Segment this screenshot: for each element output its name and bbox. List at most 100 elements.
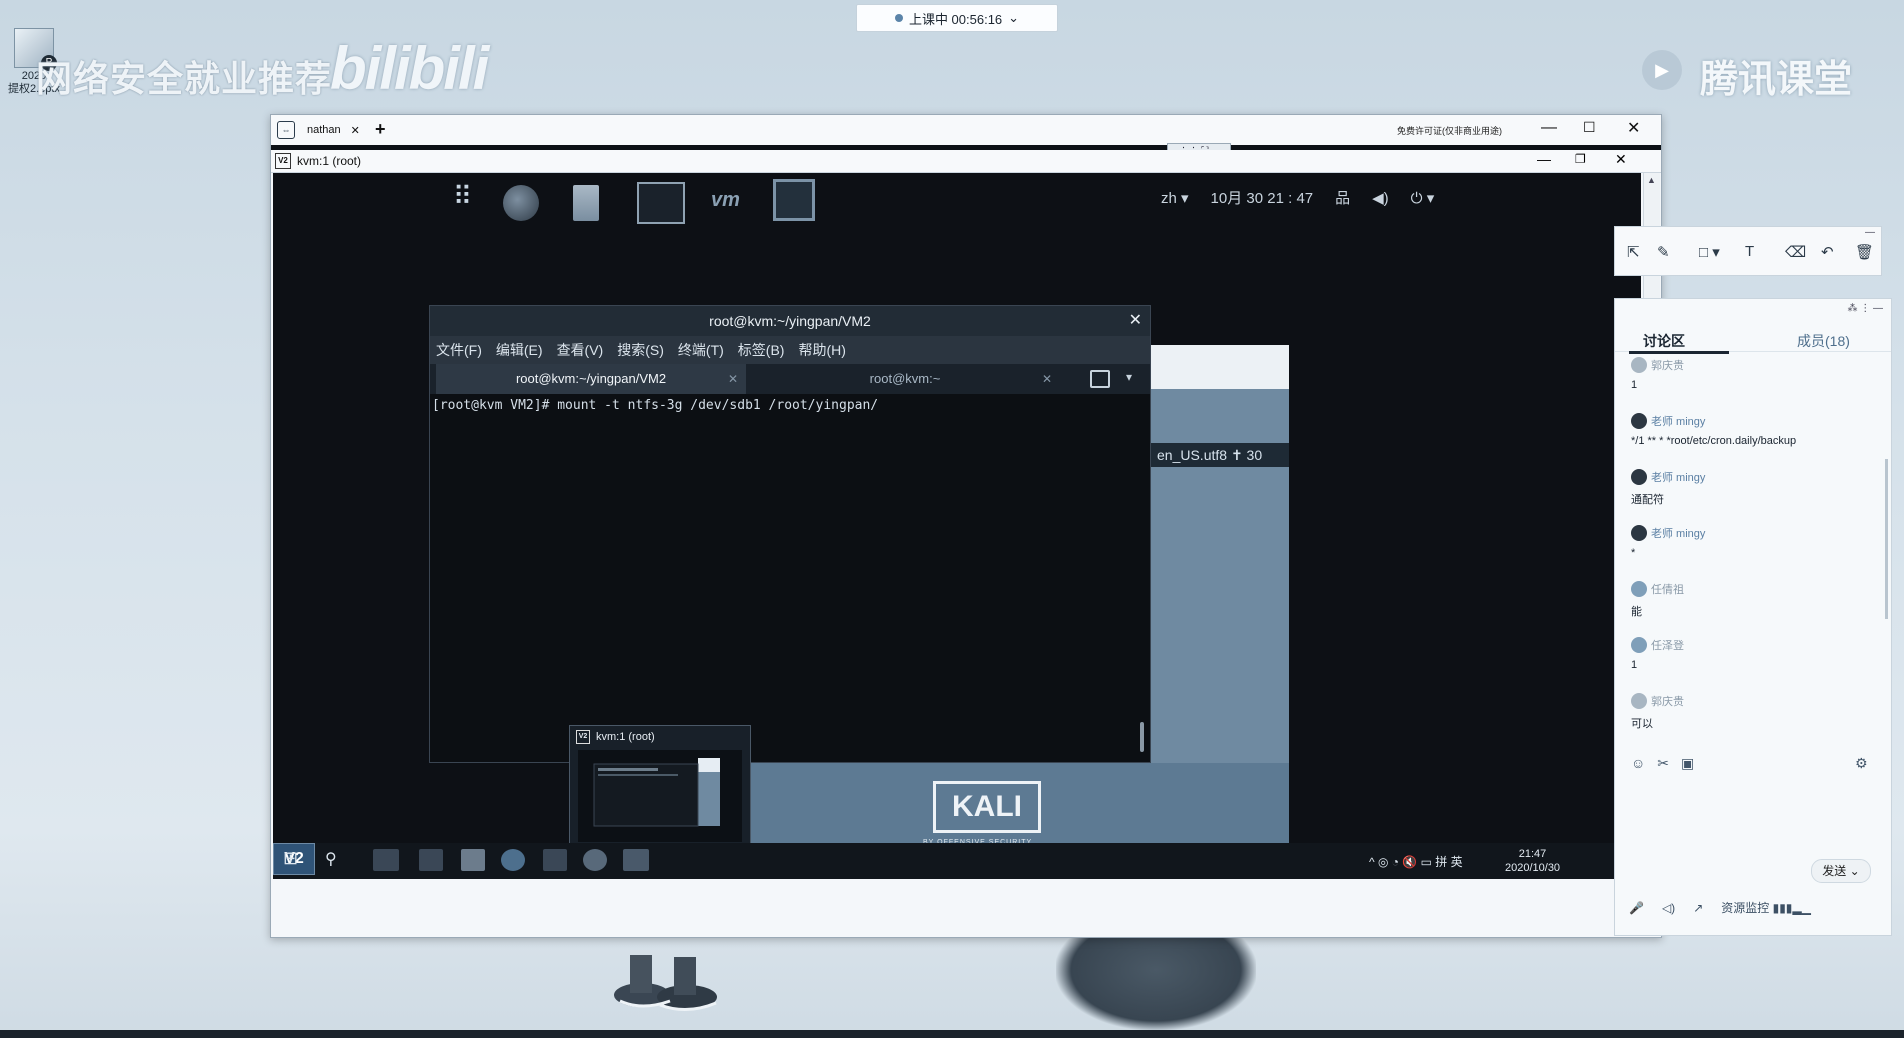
vm-app-icon: V2 xyxy=(275,153,291,169)
tab-menu-chevron-icon[interactable]: ▾ xyxy=(1126,370,1132,384)
terminal-icon[interactable] xyxy=(637,182,685,224)
class-status-pill[interactable]: 上课中 00:56:16 ⌄ xyxy=(856,4,1058,32)
taskbar-app-remote-icon[interactable] xyxy=(373,849,399,871)
language-selector[interactable]: zh ▾ xyxy=(1161,189,1189,207)
system-tray[interactable]: ^ ◎ ◔ 🔇 ▭ 拼 英 xyxy=(1369,853,1463,870)
tab-nathan[interactable]: nathan ✕ xyxy=(301,119,366,141)
menu-view[interactable]: 查看(V) xyxy=(557,336,604,364)
select-tool-icon[interactable]: ⇱ xyxy=(1627,243,1640,261)
teamviewer-window: ⇔ nathan ✕ + 免费许可证(仅非商业用途) — ☐ ✕ ⋮⋮ ⛶ ⌄ … xyxy=(270,114,1662,938)
avatar xyxy=(1631,357,1647,373)
pen-tool-icon[interactable]: ✎ xyxy=(1657,243,1670,261)
menu-file[interactable]: 文件(F) xyxy=(436,336,482,364)
menu-terminal[interactable]: 终端(T) xyxy=(678,336,724,364)
terminal-title: root@kvm:~/yingpan/VM2 xyxy=(709,313,871,329)
taskbar-app-edge-icon[interactable] xyxy=(501,849,525,871)
vmware-icon[interactable]: vm xyxy=(711,189,751,225)
minimize-icon[interactable]: — xyxy=(1865,227,1875,238)
taskbar-clock[interactable]: 21:47 2020/10/30 xyxy=(1505,847,1560,875)
panel-header-icons[interactable]: ⁂ ⋮ — xyxy=(1847,303,1883,314)
terminal-scroll-thumb[interactable] xyxy=(1140,722,1144,752)
chat-message: 任倩祖 能 xyxy=(1631,581,1684,619)
kali-logo: KALI xyxy=(933,781,1041,833)
image-icon[interactable]: ▣ xyxy=(1681,755,1694,772)
trash-icon[interactable]: 🗑 xyxy=(1855,243,1874,261)
new-tab-icon[interactable] xyxy=(1090,370,1110,388)
network-icon[interactable]: 品 xyxy=(1335,187,1350,208)
undo-icon[interactable]: ↶ xyxy=(1821,243,1834,261)
emoji-icon[interactable]: ☺ xyxy=(1631,755,1645,772)
menu-edit[interactable]: 编辑(E) xyxy=(496,336,543,364)
network-app-icon[interactable] xyxy=(773,179,815,221)
chat-message: 郭庆贵 可以 xyxy=(1631,693,1684,731)
vm-restore-button[interactable]: ❐ xyxy=(1575,152,1586,166)
thumbnail-screen-icon xyxy=(578,750,742,842)
microphone-icon[interactable]: 🎤 xyxy=(1629,901,1644,915)
menu-help[interactable]: 帮助(H) xyxy=(798,336,845,364)
close-icon[interactable]: ✕ xyxy=(1129,306,1142,336)
chat-message: 老师 mingy */1 ** * *root/etc/cron.daily/b… xyxy=(1631,413,1796,447)
terminal-tab-vm2[interactable]: root@kvm:~/yingpan/VM2 ✕ xyxy=(436,364,746,394)
taskbar-app-window-icon[interactable] xyxy=(419,849,443,871)
scissors-icon[interactable]: ✂ xyxy=(1657,755,1669,772)
terminal-output[interactable]: [root@kvm VM2]# mount -t ntfs-3g /dev/sd… xyxy=(430,394,1150,760)
command-line: [root@kvm VM2]# mount -t ntfs-3g /dev/sd… xyxy=(432,398,879,413)
search-icon[interactable]: ⚲ xyxy=(325,849,347,871)
terminal-window: root@kvm:~/yingpan/VM2 ✕ 文件(F) 编辑(E) 查看(… xyxy=(429,305,1151,763)
menu-tabs[interactable]: 标签(B) xyxy=(738,336,785,364)
clock[interactable]: 10月 30 21 : 47 xyxy=(1211,187,1314,208)
chevron-down-icon: ⌄ xyxy=(1008,10,1020,25)
panel-header: ⁂ ⋮ — xyxy=(1615,299,1891,321)
taskbar-thumbnail-preview[interactable]: V2 kvm:1 (root) xyxy=(569,725,751,847)
vm-titlebar: V2 kvm:1 (root) — ❐ ✕ xyxy=(271,150,1661,173)
power-icon[interactable]: ⏻ ▾ xyxy=(1411,189,1435,207)
message-text: 1 xyxy=(1631,379,1638,391)
annotation-toolbar: — ⇱ ✎ □ ▾ T ⌫ ↶ 🗑 xyxy=(1614,226,1882,276)
share-icon[interactable]: ↗ xyxy=(1693,901,1703,915)
eraser-tool-icon[interactable]: ⌫ xyxy=(1785,243,1806,261)
resource-monitor[interactable]: 资源监控 ▮▮▮▂▁ xyxy=(1721,899,1811,916)
message-text: 可以 xyxy=(1631,718,1653,730)
chat-message: 老师 mingy 通配符 xyxy=(1631,469,1705,507)
close-tab-icon[interactable]: ✕ xyxy=(728,364,738,394)
taskbar-app-folder-icon[interactable] xyxy=(461,849,485,871)
sender-name: 任倩祖 xyxy=(1651,584,1684,596)
vm-app-icon: V2 xyxy=(576,730,590,744)
message-text: 通配符 xyxy=(1631,494,1664,506)
firefox-icon[interactable] xyxy=(503,185,539,221)
close-tab-icon[interactable]: ✕ xyxy=(1042,364,1052,394)
terminal-tab-home[interactable]: root@kvm:~ ✕ xyxy=(750,364,1060,394)
thumbnail-image xyxy=(578,750,742,842)
vm-close-button[interactable]: ✕ xyxy=(1615,151,1627,168)
files-icon[interactable] xyxy=(573,185,599,221)
volume-icon[interactable]: ◀) xyxy=(1372,189,1389,207)
maximize-button[interactable]: ☐ xyxy=(1583,119,1596,136)
menu-search[interactable]: 搜索(S) xyxy=(617,336,664,364)
taskbar-date: 2020/10/30 xyxy=(1505,862,1561,874)
speaker-icon[interactable]: ◁) xyxy=(1662,901,1675,915)
vm-minimize-button[interactable]: — xyxy=(1537,151,1551,167)
minimize-button[interactable]: — xyxy=(1541,119,1557,137)
text-tool-icon[interactable]: T xyxy=(1745,243,1754,260)
taskbar-app-terminal-icon[interactable] xyxy=(623,849,649,871)
tab-members[interactable]: 成员(18) xyxy=(1797,331,1850,351)
apps-grid-icon[interactable]: ⠿ xyxy=(453,181,489,217)
avatar xyxy=(1631,581,1647,597)
start-icon[interactable]: ⊞ xyxy=(283,848,305,870)
close-button[interactable]: ✕ xyxy=(1627,118,1640,138)
tencent-classroom-logo: 腾讯课堂 xyxy=(1700,59,1853,101)
shape-tool-icon[interactable]: □ ▾ xyxy=(1699,243,1720,261)
taskbar-app-chrome-icon[interactable] xyxy=(583,849,607,871)
terminal-titlebar: root@kvm:~/yingpan/VM2 ✕ xyxy=(430,306,1150,336)
taskbar-app-generic-icon[interactable] xyxy=(543,849,567,871)
chat-scrollbar[interactable] xyxy=(1885,459,1888,619)
message-text: */1 ** * *root/etc/cron.daily/backup xyxy=(1631,435,1797,447)
add-tab-button[interactable]: + xyxy=(375,119,386,140)
close-tab-icon[interactable]: ✕ xyxy=(351,124,360,137)
play-icon: ▶ xyxy=(1642,50,1682,90)
send-button[interactable]: 发送 ⌄ xyxy=(1811,859,1871,883)
gnome-status-area: zh ▾ 10月 30 21 : 47 品 ◀) ⏻ ▾ xyxy=(1161,187,1434,208)
scroll-up-icon[interactable]: ▲ xyxy=(1647,175,1656,185)
settings-icon[interactable]: ⚙ xyxy=(1855,755,1868,772)
tab-discussion[interactable]: 讨论区 xyxy=(1629,331,1729,354)
